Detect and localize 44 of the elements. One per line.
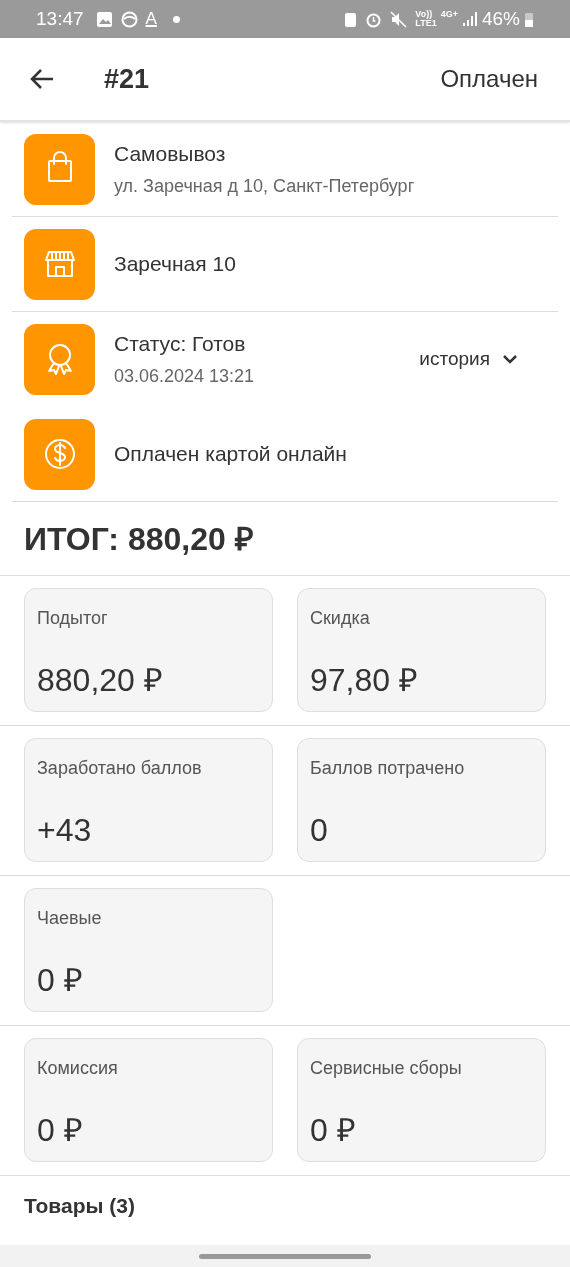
stat-value: 97,80 ₽ — [310, 661, 419, 700]
products-heading: Товары (3) — [24, 1194, 135, 1217]
battery-saver-icon — [344, 10, 358, 28]
info-title: Статус: Готов — [114, 330, 247, 357]
info-title: Заречная 10 — [114, 251, 237, 278]
clock-time: 13:47 — [36, 6, 84, 31]
sync-icon — [120, 10, 138, 28]
stat-value: 0 ₽ — [310, 1111, 357, 1150]
info-subtitle: 03.06.2024 13:21 — [114, 365, 256, 389]
stat-label: Комиссия — [37, 1057, 119, 1080]
history-toggle[interactable]: история — [419, 344, 518, 374]
signal-icon — [461, 11, 478, 27]
info-title: Самовывоз — [114, 140, 227, 167]
shopping-bag-icon — [24, 133, 95, 205]
award-icon — [24, 323, 95, 395]
stat-label: Чаевые — [37, 907, 103, 930]
notification-dot-icon — [172, 15, 180, 23]
order-number: #21 — [104, 62, 150, 96]
lte-label: LTE1 — [415, 19, 437, 28]
mute-icon — [390, 10, 408, 28]
stat-label: Заработано баллов — [37, 757, 203, 780]
storefront-icon — [24, 228, 95, 300]
stat-label: Скидка — [310, 607, 371, 630]
network-label: 4G+ — [440, 8, 458, 21]
info-title: Оплачен картой онлайн — [114, 441, 348, 468]
stat-value: 0 ₽ — [37, 1111, 84, 1150]
battery-percent: 46% — [481, 6, 520, 31]
stat-label: Баллов потрачено — [310, 757, 466, 780]
info-subtitle: ул. Заречная д 10, Санкт-Петербург — [114, 175, 416, 199]
stat-label: Подытог — [37, 607, 109, 630]
dollar-coin-icon — [24, 418, 95, 490]
battery-icon — [524, 10, 534, 28]
stat-value: +43 — [37, 811, 93, 850]
status-letter: A — [145, 8, 157, 31]
chevron-down-icon — [502, 353, 518, 365]
stat-label: Сервисные сборы — [310, 1057, 463, 1080]
stat-value: 0 — [310, 811, 329, 850]
image-icon — [95, 10, 113, 28]
stat-value: 880,20 ₽ — [37, 661, 164, 700]
stat-value: 0 ₽ — [37, 961, 84, 1000]
order-total: ИТОГ: 880,20 ₽ — [24, 519, 254, 559]
order-status: Оплачен — [440, 64, 538, 94]
home-handle[interactable] — [199, 1253, 371, 1259]
volte-label: Vo)) — [415, 10, 433, 19]
